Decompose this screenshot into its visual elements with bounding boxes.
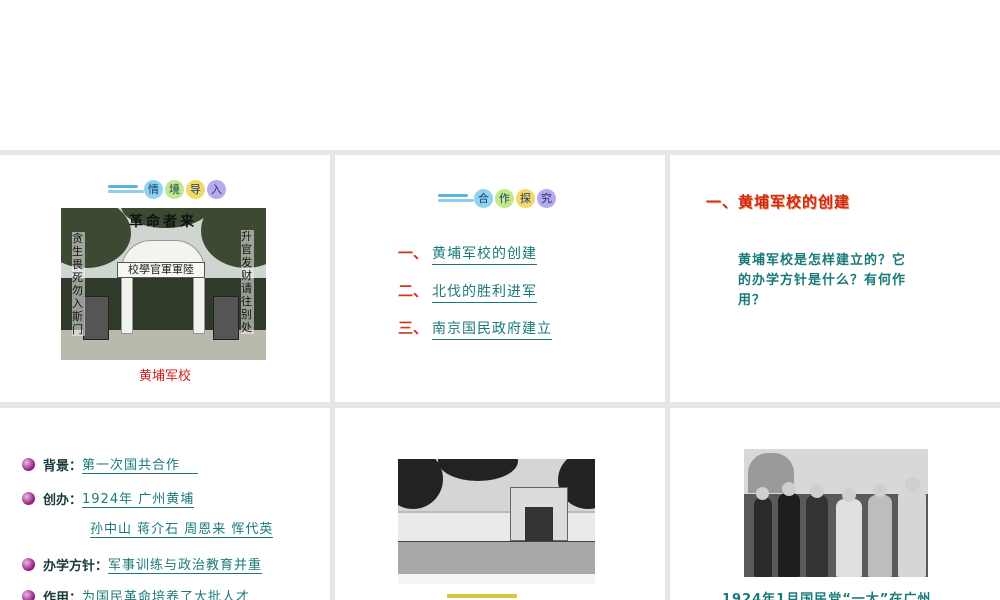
menu-number: 三、 (398, 319, 429, 337)
photo-caption: 1924年1月国民党“一大”在广州 (722, 592, 932, 600)
historic-gate-photo (398, 459, 595, 584)
photo-caption: 黄埔军校 (138, 369, 191, 384)
slide-whampoa-facts[interactable]: 背景： 第一次国共合作 创办： 1924年 广州黄埔 孙中山 蒋介石 周恩来 恽… (0, 408, 330, 600)
bullet-icon (22, 491, 35, 505)
swoosh-icon (438, 191, 474, 205)
badge-char: 情 (144, 179, 163, 199)
bullet-icon (22, 457, 35, 471)
fact-row-founding: 创办： 1924年 广州黄埔 (22, 488, 195, 508)
badge-char: 探 (516, 188, 535, 208)
caption-fragment (335, 594, 665, 600)
menu-link[interactable]: 黄埔军校的创建 (432, 243, 538, 265)
menu-item-whampoa[interactable]: 一、 黄埔军校的创建 (398, 242, 538, 265)
section-badge: 合 作 探 究 (438, 187, 556, 209)
bullet-icon (22, 557, 35, 571)
section-badge: 情 境 导 入 (108, 178, 226, 200)
photo-title: 革命者来 (129, 214, 197, 230)
swoosh-icon (108, 182, 144, 196)
discussion-question: 黄埔军校是怎样建立的？它的办学方针是什么？有何作用？ (738, 253, 907, 308)
fact-label: 作用： (43, 590, 83, 600)
fact-label: 背景： (43, 458, 83, 474)
badge-char: 导 (186, 179, 205, 199)
fact-value: 第一次国共合作 (82, 454, 199, 474)
slide-title: 一、黄埔军校的创建 (706, 193, 851, 211)
fact-row-background: 背景： 第一次国共合作 (22, 454, 199, 474)
whampoa-gate-photo: 校學官軍軍陸 革命者来 升官发财请往别处 贪生畏死勿入斯门 (61, 208, 266, 360)
slide-cooperative-inquiry[interactable]: 合 作 探 究 一、 黄埔军校的创建 二、 北伐的胜利进军 三、 南京国民政府建… (335, 155, 665, 402)
fact-label: 办学方针： (43, 558, 109, 574)
slide-kmt-congress-photo[interactable]: 1924年1月国民党“一大”在广州 (670, 408, 1000, 600)
badge-char: 究 (537, 188, 556, 208)
fact-row-role: 作用： 为国民革命培养了大批人才 (22, 586, 250, 600)
bullet-icon (22, 589, 35, 600)
slide-situation-intro[interactable]: 情 境 导 入 校學官軍軍陸 革命者来 升官发财请往别处 贪生畏死勿入斯门 黄埔… (0, 155, 330, 402)
blank-slide-area (0, 0, 1000, 150)
menu-link[interactable]: 南京国民政府建立 (432, 318, 553, 340)
slide-whampoa-founding[interactable]: 一、黄埔军校的创建 黄埔军校是怎样建立的？它的办学方针是什么？有何作用？ (670, 155, 1000, 402)
fact-row-policy: 办学方针： 军事训练与政治教育并重 (22, 554, 263, 574)
couplet-left: 贪生畏死勿入斯门 (72, 232, 85, 336)
slide-whampoa-gate-photo[interactable] (335, 408, 665, 600)
couplet-right: 升官发财请往别处 (241, 230, 254, 334)
fact-value: 1924年 广州黄埔 (82, 488, 195, 508)
badge-char: 境 (165, 179, 184, 199)
menu-item-northern-expedition[interactable]: 二、 北伐的胜利进军 (398, 280, 538, 303)
menu-number: 二、 (398, 282, 429, 300)
fact-value: 为国民革命培养了大批人才 (82, 586, 250, 600)
founders-list: 孙中山 蒋介石 周恩来 恽代英 (90, 518, 274, 538)
fact-label: 创办： (43, 492, 83, 508)
menu-link[interactable]: 北伐的胜利进军 (432, 281, 538, 303)
congress-march-photo (744, 449, 928, 577)
menu-item-nanjing-government[interactable]: 三、 南京国民政府建立 (398, 317, 553, 340)
badge-char: 入 (207, 179, 226, 199)
fact-value: 军事训练与政治教育并重 (108, 554, 263, 574)
gate-sign: 校學官軍軍陸 (117, 262, 205, 278)
menu-number: 一、 (398, 244, 429, 262)
badge-char: 作 (495, 188, 514, 208)
badge-char: 合 (474, 188, 493, 208)
